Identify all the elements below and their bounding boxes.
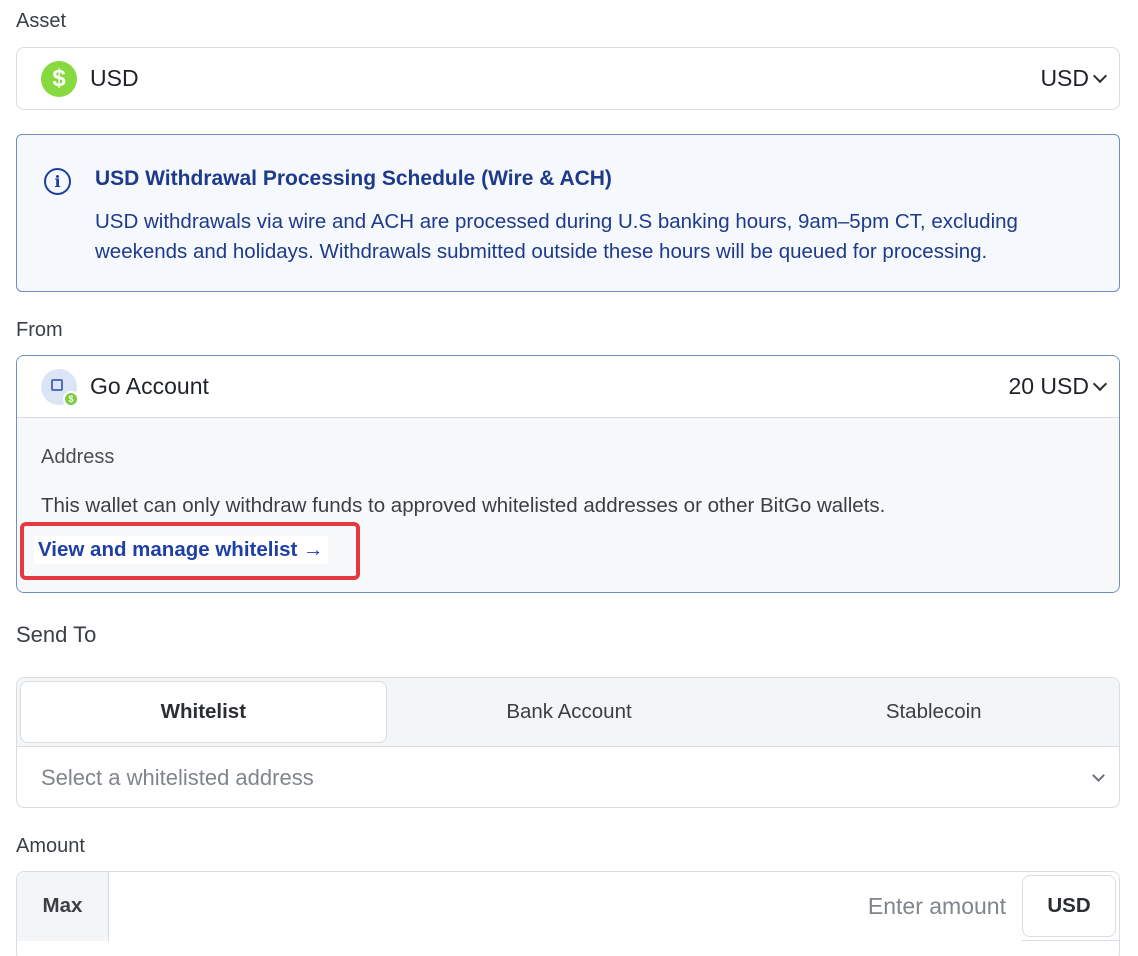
wallet-icon: $ [41,368,79,407]
amount-panel: Max USD [16,871,1120,956]
whitelist-link-highlight: View and manage whitelist → [20,522,360,580]
tab-bank-account[interactable]: Bank Account [387,681,752,743]
asset-label: Asset [16,10,67,32]
send-to-panel: Whitelist Bank Account Stablecoin Select… [16,677,1120,808]
account-name: Go Account [90,373,209,399]
withdrawal-schedule-banner: i USD Withdrawal Processing Schedule (Wi… [16,134,1120,292]
from-label: From [16,319,63,341]
currency-unit-button[interactable]: USD [1022,875,1116,937]
dollar-coin-icon: $ [41,60,77,97]
amount-input[interactable] [109,872,1022,941]
asset-code: USD [1040,65,1108,92]
send-to-tabs: Whitelist Bank Account Stablecoin [17,678,1119,747]
address-label: Address [41,446,115,468]
chevron-down-icon [1092,68,1108,83]
info-icon: i [44,168,71,195]
from-account-select[interactable]: $ Go Account 20 USD [17,356,1119,418]
banner-title: USD Withdrawal Processing Schedule (Wire… [95,167,612,190]
asset-select[interactable]: $ USD USD [16,47,1120,110]
tab-stablecoin[interactable]: Stablecoin [751,681,1116,743]
chevron-down-icon [1092,768,1105,782]
asset-name: USD [90,65,139,91]
address-note: This wallet can only withdraw funds to a… [41,494,886,517]
banner-body: USD withdrawals via wire and ACH are pro… [95,210,1018,263]
max-button[interactable]: Max [17,872,109,941]
account-balance: 20 USD [1008,373,1108,400]
send-to-title: Send To [16,622,97,647]
whitelist-select-placeholder: Select a whitelisted address [41,764,314,790]
tab-whitelist[interactable]: Whitelist [20,681,387,743]
chevron-down-icon [1092,376,1108,391]
amount-label: Amount [16,835,85,857]
manage-whitelist-link[interactable]: View and manage whitelist → [34,536,328,564]
whitelist-address-select[interactable]: Select a whitelisted address [17,747,1119,807]
